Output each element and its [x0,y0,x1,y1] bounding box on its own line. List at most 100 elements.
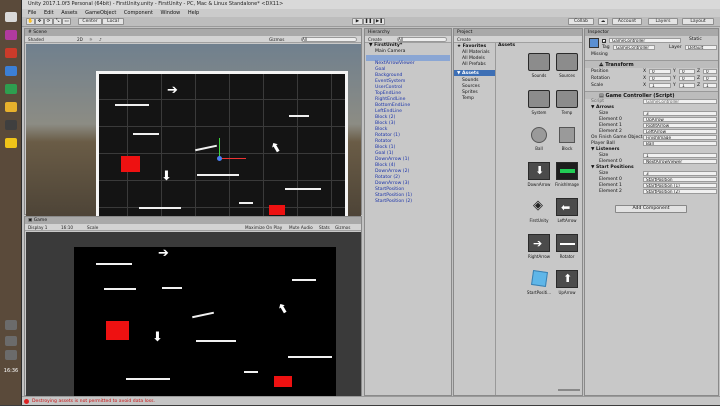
taskbar-app-icon[interactable] [5,84,17,94]
hierarchy-item[interactable]: Block [375,127,387,132]
hierarchy-item[interactable]: TopEndLine [375,91,401,96]
start-element-field[interactable]: StartPosition [643,177,717,182]
scene-gizmos-dropdown[interactable]: Gizmos [269,36,284,43]
2d-toggle[interactable]: 2D [77,36,83,43]
inspector-tab[interactable]: Inspector [585,29,718,36]
project-tab[interactable]: Project [454,29,582,36]
hierarchy-item[interactable]: Goal (1) [375,151,393,156]
hierarchy-item[interactable]: NextArrowViewer [375,61,415,66]
shading-dropdown[interactable]: Shaded [28,37,44,42]
hierarchy-item[interactable]: LeftEndLine [375,109,402,114]
taskbar-app-icon[interactable] [5,66,17,76]
taskbar-tray-icon[interactable] [5,350,17,360]
stats-toggle[interactable]: Stats [319,224,330,231]
game-gizmos-dropdown[interactable]: Gizmos [335,224,350,231]
game-render[interactable]: ➔ ⬇ ⬆ [74,247,336,397]
hierarchy-item[interactable]: Rotator (1) [375,133,400,138]
menu-component[interactable]: Component [124,9,153,17]
position-z-field[interactable]: 0 [703,69,717,74]
aspect-dropdown[interactable]: 16:10 [61,224,73,231]
hierarchy-item[interactable]: RightEndLine [375,97,405,102]
finish-object-field[interactable]: FinishImage [643,135,717,140]
rotate-tool-button[interactable]: ⟳ [44,18,53,25]
mute-audio-toggle[interactable]: Mute Audio [289,224,313,231]
scene-viewport[interactable]: ➔ ⬇ ⬆ [26,44,361,229]
hierarchy-create-button[interactable]: Create [368,37,382,42]
rotator-line[interactable] [195,144,217,151]
layer-dropdown[interactable]: Default [685,45,717,50]
asset-tile[interactable]: System [526,90,552,122]
asset-tile[interactable]: FinishImage [554,162,580,194]
favorite-item[interactable]: All Models [462,56,485,61]
gizmo-y-axis[interactable] [219,138,220,158]
rotation-x-field[interactable]: 0 [649,76,671,81]
start-element-field[interactable]: StartPosition (1) [643,183,717,188]
rotation-z-field[interactable]: 0 [703,76,717,81]
account-dropdown[interactable]: Account [612,18,642,25]
hierarchy-item[interactable]: Block (1) [375,145,395,150]
asset-tile[interactable]: ⬅ LeftArrow [554,198,580,230]
asset-tile[interactable]: ➔ RightArrow [526,234,552,266]
favorites-header[interactable]: ★ Favorites [457,44,486,49]
hierarchy-search-input[interactable]: All [397,37,447,42]
play-button[interactable]: ▶ [352,18,363,25]
hierarchy-item[interactable]: Block (2) [375,115,395,120]
scale-slider-label[interactable]: Scale [87,224,98,231]
player-ball-field[interactable]: Ball [643,141,717,146]
pivot-local-button[interactable]: Local [102,18,124,25]
script-field[interactable]: GameController [643,99,717,104]
display-dropdown[interactable]: Display 1 [28,225,47,230]
taskbar-app-icon[interactable] [5,120,17,130]
menu-file[interactable]: File [28,9,36,17]
step-button[interactable]: ▶❚ [374,18,385,25]
gizmo-x-axis[interactable] [220,158,246,159]
game-tab[interactable]: ▣ Game [25,217,361,224]
taskbar-app-icon[interactable] [5,12,17,22]
menu-help[interactable]: Help [188,9,199,17]
asset-tile[interactable]: ⬇ DownArrow [526,162,552,194]
gizmo-center[interactable] [217,156,222,161]
hierarchy-item[interactable]: Goal [375,67,385,72]
layout-dropdown[interactable]: Layout [682,18,714,25]
script-component-header[interactable]: ▤ Game Controller (Script) [585,91,718,99]
hierarchy-item[interactable]: DownArrow (3) [375,181,409,186]
asset-tile[interactable]: ⬆ UpArrow [554,270,580,302]
menu-gameobject[interactable]: GameObject [85,9,116,17]
light-icon[interactable]: ☼ [89,36,93,43]
block-line[interactable] [289,115,309,117]
down-arrow-icon[interactable]: ⬇ [161,170,172,183]
collab-button[interactable]: Collab [568,18,594,25]
start-positions-foldout[interactable]: ▼ Start Positions [591,165,634,171]
hierarchy-tab[interactable]: Hierarchy [365,29,451,36]
asset-tile[interactable]: ◈ FirstUnity [526,198,552,230]
project-create-button[interactable]: Create [457,37,471,42]
position-y-field[interactable]: 0 [679,69,695,74]
menu-assets[interactable]: Assets [61,9,77,17]
hierarchy-item[interactable]: DownArrow (1) [375,157,409,162]
block-line[interactable] [239,202,253,204]
menu-edit[interactable]: Edit [44,9,54,17]
thumbnail-size-slider[interactable] [558,389,580,391]
hierarchy-item[interactable]: BottomEndLine [375,103,410,108]
cloud-icon[interactable]: ☁ [598,18,608,25]
block-line[interactable] [285,188,321,190]
asset-tile[interactable]: StartPositi... [526,270,552,302]
active-checkbox[interactable]: ✓ [602,39,606,44]
favorite-item[interactable]: All Materials [462,50,490,55]
hierarchy-item[interactable]: Main Camera [375,49,405,54]
up-arrow-icon[interactable]: ⬆ [268,139,285,157]
tag-dropdown[interactable]: GameController [613,45,655,50]
block-line[interactable] [197,174,239,176]
status-bar[interactable]: Destroying assets is not permitted to av… [22,396,720,405]
position-x-field[interactable]: 0 [649,69,671,74]
goal-square[interactable] [121,156,140,172]
scene-search-input[interactable]: All [301,37,357,42]
layers-dropdown[interactable]: Layers [648,18,678,25]
arrow-element-field[interactable]: RightArrow [643,123,717,128]
hierarchy-item[interactable]: StartPosition (2) [375,199,412,204]
pivot-center-button[interactable]: Center [78,18,102,25]
object-name-field[interactable]: GameController [609,38,681,43]
hierarchy-item[interactable]: StartPosition (1) [375,193,412,198]
move-tool-button[interactable]: ✥ [35,18,44,25]
hierarchy-item[interactable]: DownArrow (2) [375,169,409,174]
